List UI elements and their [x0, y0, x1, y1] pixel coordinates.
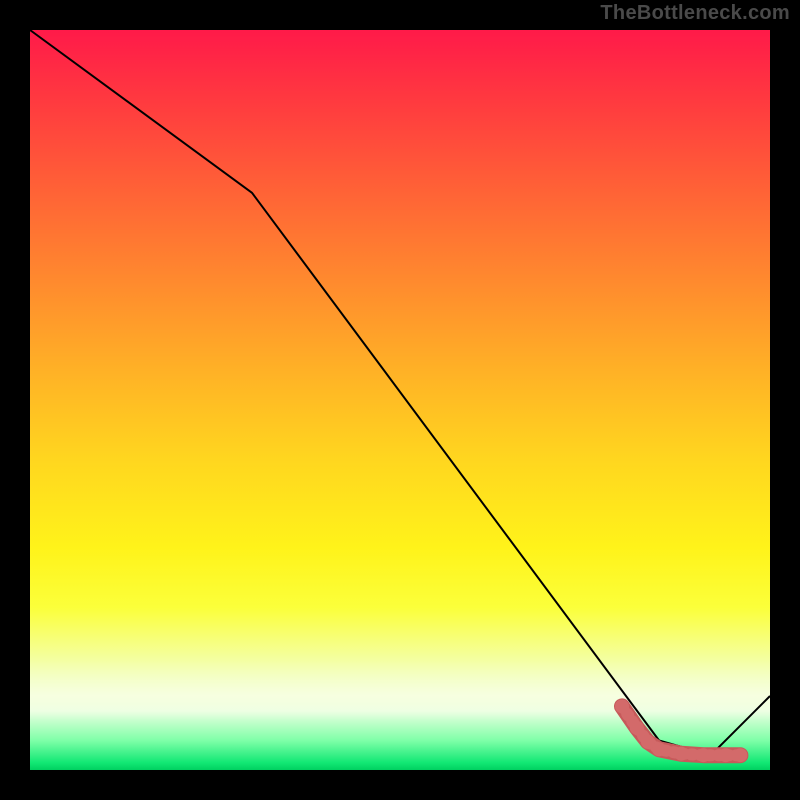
red-curve-bead [615, 699, 629, 713]
red-curve-bead [696, 748, 710, 762]
red-curve-bead [719, 748, 733, 762]
plot-area [30, 30, 770, 770]
watermark-label: TheBottleneck.com [600, 2, 790, 25]
red-curve-bead [674, 747, 688, 761]
chart-frame: TheBottleneck.com [0, 0, 800, 800]
red-curve-bead [630, 721, 644, 735]
red-curve-bead [733, 748, 747, 762]
red-curve-bead [652, 742, 666, 756]
black-line [30, 30, 770, 755]
chart-svg [30, 30, 770, 770]
